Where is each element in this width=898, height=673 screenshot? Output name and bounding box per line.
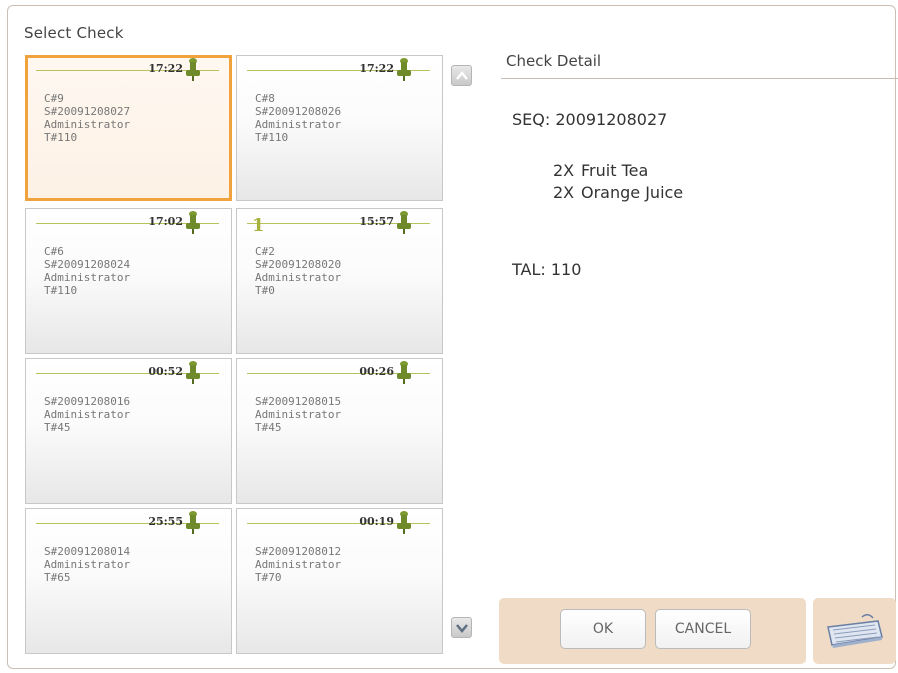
- check-number: 1: [252, 215, 265, 236]
- check-item-row: 2X Fruit Tea: [553, 160, 683, 182]
- check-info-line: Administrator: [255, 408, 342, 421]
- check-info: S#20091208012 Administrator T#70: [255, 545, 341, 584]
- check-card[interactable]: 00:19 S#20091208012 Administrator T#70: [236, 508, 443, 654]
- pushpin-icon: [396, 58, 412, 82]
- item-name: Orange Juice: [581, 183, 684, 202]
- scroll-down-button[interactable]: [451, 617, 472, 638]
- check-time: 17:02: [148, 215, 183, 228]
- check-item-row: 2X Orange Juice: [553, 182, 683, 204]
- item-quantity: 2X: [553, 161, 575, 180]
- check-info-line: Administrator: [44, 118, 131, 131]
- check-info-line: T#110: [44, 131, 78, 144]
- check-info: S#20091208014 Administrator T#65: [44, 545, 130, 584]
- check-info-line: Administrator: [255, 118, 342, 131]
- check-card[interactable]: 17:02 C#6 S#20091208024 Administrator T#110: [25, 208, 232, 354]
- check-time: 00:26: [359, 365, 394, 378]
- check-time: 15:57: [359, 215, 394, 228]
- action-bar: [499, 598, 806, 664]
- pushpin-icon: [185, 211, 201, 235]
- check-info: C#6 S#20091208024 Administrator T#110: [44, 245, 130, 297]
- check-info-line: C#6: [44, 245, 64, 258]
- item-name: Fruit Tea: [581, 161, 649, 180]
- pushpin-icon: [396, 511, 412, 535]
- check-info-line: S#20091208027: [44, 105, 131, 118]
- check-info: C#9 S#20091208027 Administrator T#110: [44, 92, 130, 144]
- check-info: S#20091208015 Administrator T#45: [255, 395, 341, 434]
- check-time: 17:22: [359, 62, 394, 75]
- pushpin-icon: [396, 211, 412, 235]
- check-info-line: Administrator: [44, 271, 131, 284]
- check-info: C#8 S#20091208026 Administrator T#110: [255, 92, 341, 144]
- check-info: C#2 S#20091208020 Administrator T#0: [255, 245, 341, 297]
- check-info-line: C#2: [255, 245, 275, 258]
- check-info-line: T#70: [255, 571, 282, 584]
- check-info-line: T#110: [255, 131, 289, 144]
- check-info-line: S#20091208024: [44, 258, 131, 271]
- check-info: S#20091208016 Administrator T#45: [44, 395, 130, 434]
- check-time: 17:22: [148, 62, 183, 75]
- check-total: TAL: 110: [512, 260, 582, 279]
- chevron-down-icon: [456, 624, 468, 633]
- check-info-line: S#20091208016: [44, 395, 131, 408]
- check-card[interactable]: 1 15:57 C#2 S#20091208020 Administrator T#0: [236, 208, 443, 354]
- keyboard-button[interactable]: [813, 598, 896, 664]
- pushpin-icon: [185, 361, 201, 385]
- check-grid: 17:22 C#9 S#20091208027 Administrator T#110 1…: [25, 55, 445, 654]
- detail-divider: [501, 78, 898, 79]
- check-info-line: T#110: [44, 284, 78, 297]
- check-info-line: Administrator: [255, 558, 342, 571]
- check-card[interactable]: 17:22 C#8 S#20091208026 Administrator T#110: [236, 55, 443, 201]
- check-info-line: T#45: [44, 421, 71, 434]
- check-detail-title: Check Detail: [506, 52, 602, 70]
- pushpin-icon: [185, 511, 201, 535]
- cancel-button[interactable]: CANCEL: [655, 609, 751, 649]
- check-card[interactable]: 25:55 S#20091208014 Administrator T#65: [25, 508, 232, 654]
- check-time: 00:52: [148, 365, 183, 378]
- check-card[interactable]: 00:52 S#20091208016 Administrator T#45: [25, 358, 232, 504]
- check-card[interactable]: 00:26 S#20091208015 Administrator T#45: [236, 358, 443, 504]
- check-info-line: T#45: [255, 421, 282, 434]
- keyboard-icon: [827, 614, 883, 648]
- check-info-line: Administrator: [44, 558, 131, 571]
- check-time: 00:19: [359, 515, 394, 528]
- check-info-line: S#20091208012: [255, 545, 342, 558]
- scroll-up-button[interactable]: [451, 65, 472, 86]
- check-info-line: T#0: [255, 284, 275, 297]
- check-info-line: Administrator: [44, 408, 131, 421]
- check-info-line: T#65: [44, 571, 71, 584]
- dialog-title: Select Check: [24, 24, 124, 42]
- pushpin-icon: [185, 58, 201, 82]
- check-info-line: S#20091208015: [255, 395, 342, 408]
- check-info-line: C#9: [44, 92, 64, 105]
- item-quantity: 2X: [553, 183, 575, 202]
- check-info-line: S#20091208020: [255, 258, 342, 271]
- ok-button[interactable]: OK: [560, 609, 646, 649]
- pushpin-icon: [396, 361, 412, 385]
- check-info-line: S#20091208026: [255, 105, 342, 118]
- check-info-line: S#20091208014: [44, 545, 131, 558]
- check-items-list: 2X Fruit Tea 2X Orange Juice: [553, 160, 683, 204]
- check-info-line: C#8: [255, 92, 275, 105]
- check-time: 25:55: [148, 515, 183, 528]
- check-card[interactable]: 17:22 C#9 S#20091208027 Administrator T#110: [25, 55, 232, 201]
- chevron-up-icon: [456, 71, 468, 80]
- check-seq: SEQ: 20091208027: [512, 110, 668, 129]
- check-info-line: Administrator: [255, 271, 342, 284]
